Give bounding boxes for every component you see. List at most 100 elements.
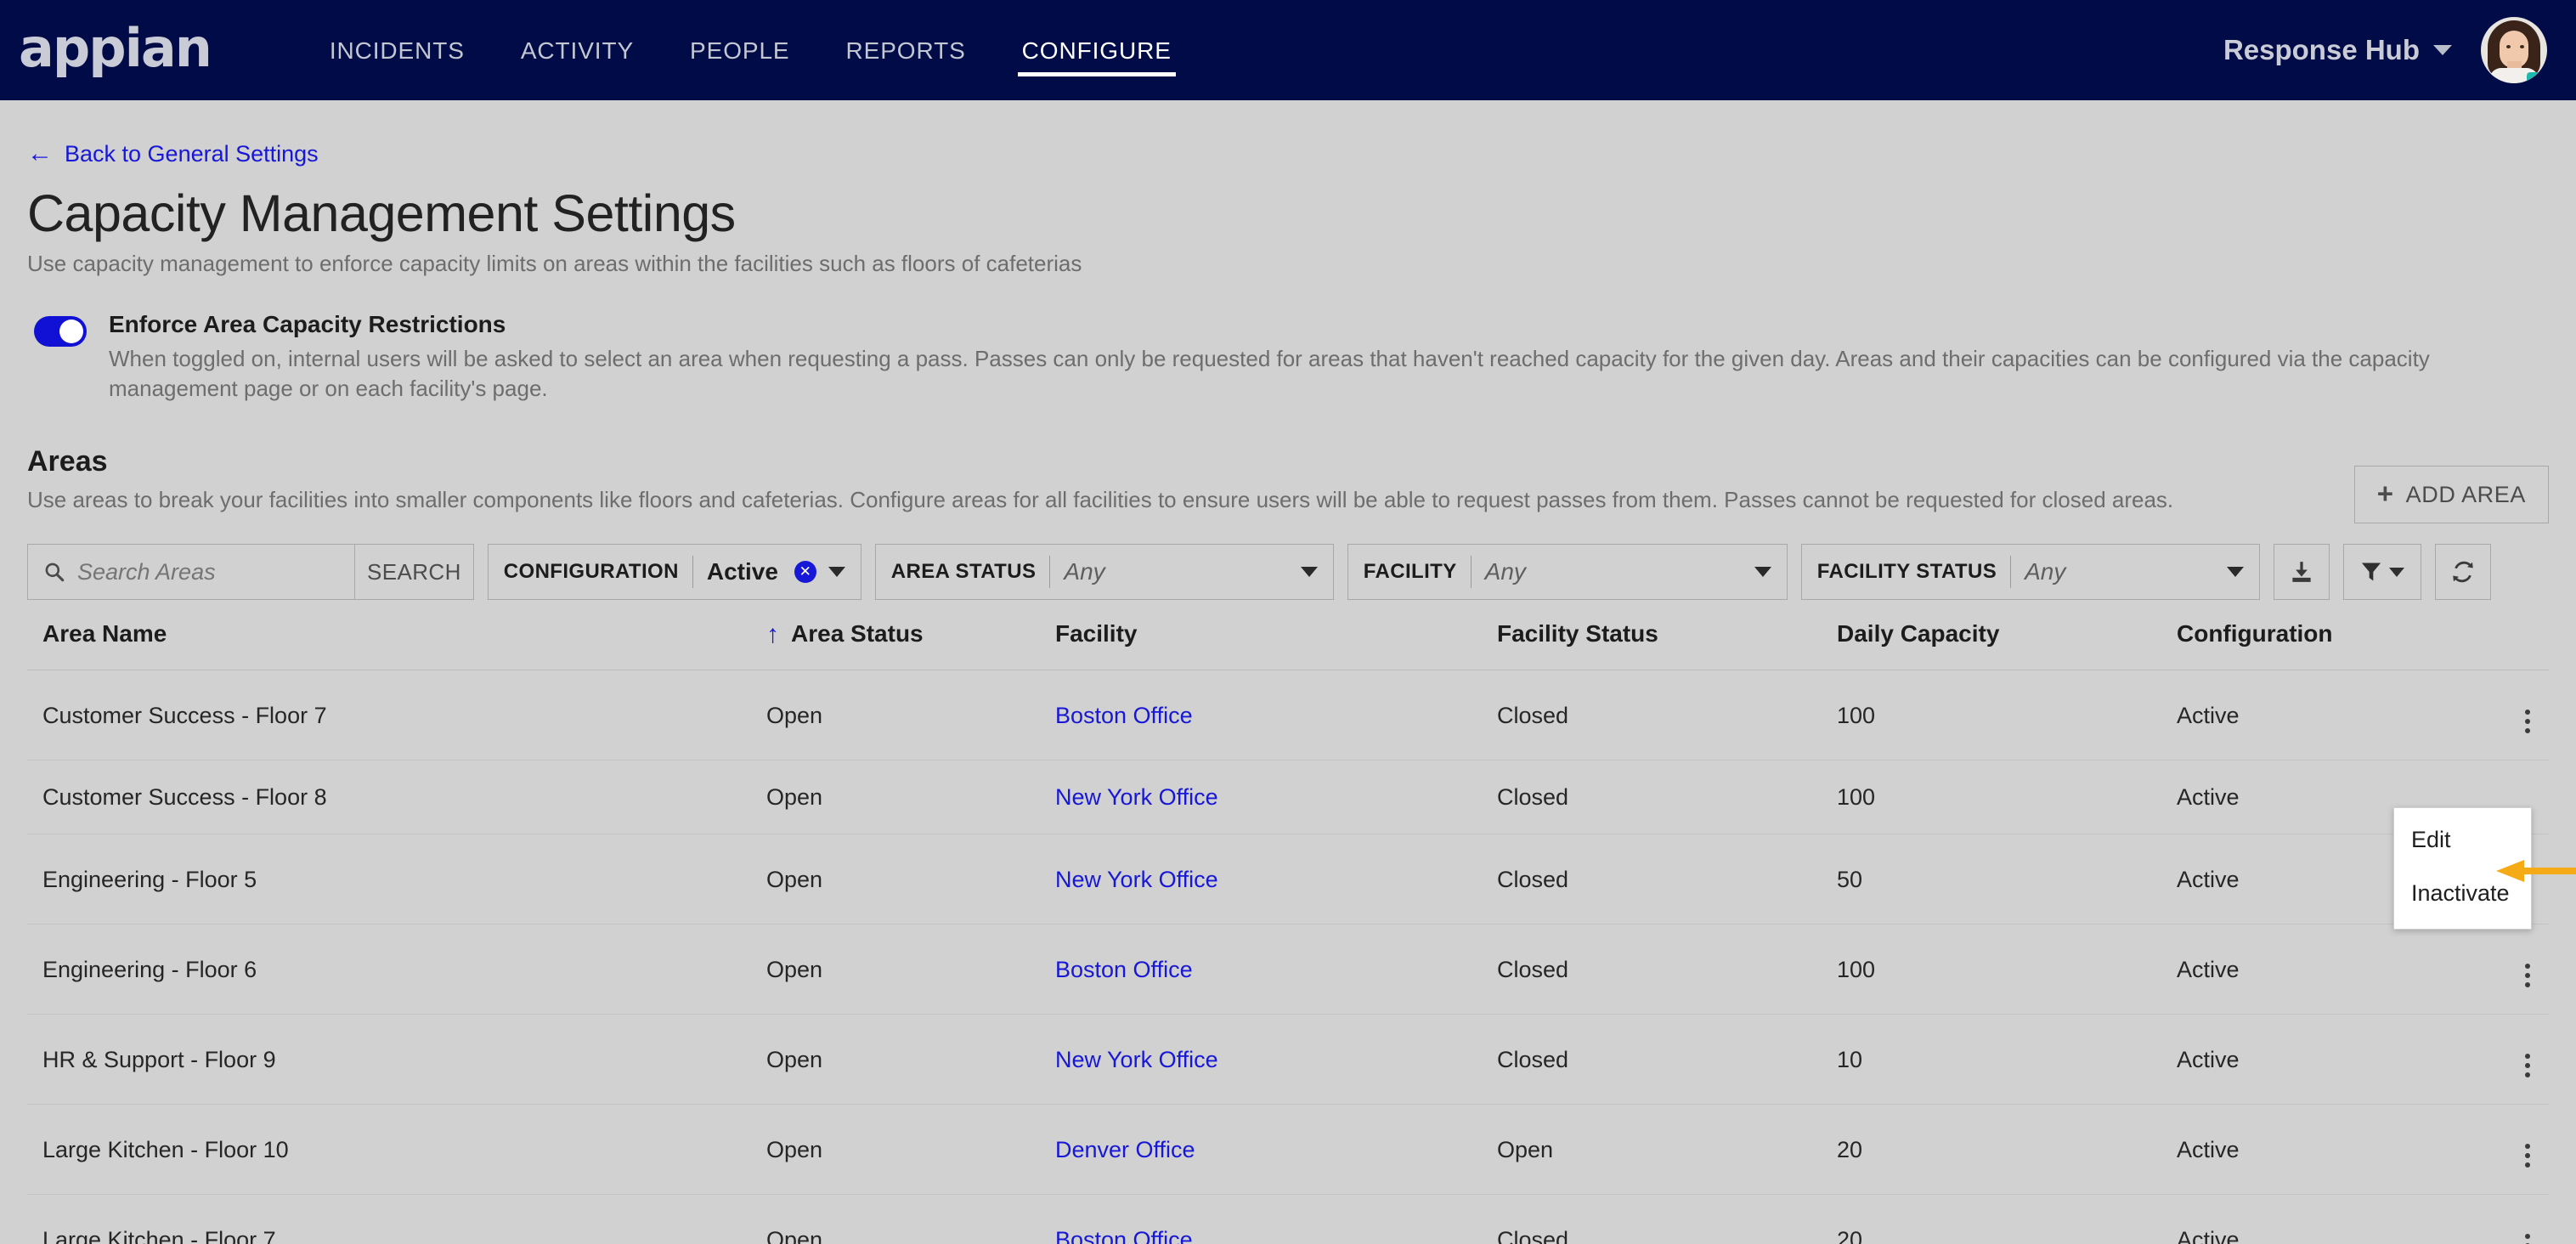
- nav-item-people[interactable]: PEOPLE: [671, 27, 808, 73]
- chevron-down-icon[interactable]: [1754, 567, 1771, 578]
- cell-row-actions[interactable]: [2517, 924, 2549, 1015]
- filter-menu-button[interactable]: [2342, 544, 2421, 601]
- filter-divider: [692, 556, 693, 589]
- column-header-area-status[interactable]: ↑ Area Status: [766, 620, 1055, 671]
- table-row[interactable]: Large Kitchen - Floor 10 Open Denver Offic…: [27, 1104, 2549, 1196]
- table-row[interactable]: Customer Success - Floor 8 Open New York O…: [27, 760, 2549, 835]
- cell-area-name: Large Kitchen - Floor 7: [27, 1194, 766, 1244]
- column-header-daily-capacity[interactable]: Daily Capacity: [1837, 620, 2177, 671]
- chevron-down-icon[interactable]: [2433, 45, 2452, 55]
- enforce-capacity-title: Enforce Area Capacity Restrictions: [109, 311, 506, 337]
- table-row[interactable]: HR & Support - Floor 9 Open New York Offic…: [27, 1014, 2549, 1105]
- column-header-configuration[interactable]: Configuration: [2177, 620, 2517, 671]
- facility-link[interactable]: Boston Office: [1055, 1227, 1193, 1244]
- search-placeholder: Search Areas: [77, 558, 216, 585]
- context-menu-item-edit[interactable]: Edit: [2394, 820, 2531, 862]
- nav-item-configure[interactable]: CONFIGURE: [1003, 27, 1190, 76]
- enforce-capacity-toggle[interactable]: [34, 316, 87, 347]
- facility-link[interactable]: Denver Office: [1055, 1137, 1195, 1162]
- cell-facility[interactable]: Boston Office: [1055, 924, 1497, 1015]
- main-nav-items: INCIDENTS ACTIVITY PEOPLE REPORTS CONFIG…: [311, 27, 1209, 76]
- filter-facility-status-label: FACILITY STATUS: [1816, 560, 1997, 584]
- facility-link[interactable]: Boston Office: [1055, 957, 1193, 982]
- filter-facility-status-value: Any: [2025, 558, 2066, 585]
- cell-facility-status: Closed: [1497, 670, 1837, 761]
- chevron-down-icon[interactable]: [828, 567, 845, 578]
- cell-facility-status: Closed: [1497, 1014, 1837, 1105]
- table-row[interactable]: Large Kitchen - Floor 7 Open Boston Office…: [27, 1194, 2549, 1244]
- toggle-knob: [59, 319, 83, 343]
- cell-daily-capacity: 100: [1837, 670, 2177, 761]
- cell-facility[interactable]: New York Office: [1055, 834, 1497, 925]
- column-header-facility[interactable]: Facility: [1055, 620, 1497, 671]
- cell-facility[interactable]: New York Office: [1055, 1014, 1497, 1105]
- cell-area-status: Open: [766, 1104, 1055, 1196]
- refresh-button[interactable]: [2434, 544, 2491, 601]
- facility-link[interactable]: New York Office: [1055, 867, 1218, 892]
- kebab-dot: [2525, 710, 2530, 715]
- cell-configuration: Active: [2177, 1014, 2517, 1105]
- cell-row-actions[interactable]: [2517, 1194, 2549, 1244]
- cell-facility[interactable]: Boston Office: [1055, 670, 1497, 761]
- cell-daily-capacity: 100: [1837, 760, 2177, 835]
- avatar-accent: [2527, 72, 2539, 83]
- facility-link[interactable]: Boston Office: [1055, 703, 1193, 728]
- filter-area-status-label: AREA STATUS: [890, 560, 1037, 584]
- clear-filter-icon[interactable]: ✕: [794, 561, 816, 584]
- cell-facility[interactable]: Boston Office: [1055, 1194, 1497, 1244]
- chevron-down-icon[interactable]: [2226, 567, 2244, 578]
- search-input[interactable]: Search Areas: [27, 544, 355, 601]
- cell-row-actions[interactable]: [2517, 1104, 2549, 1196]
- table-row[interactable]: Engineering - Floor 5 Open New York Office…: [27, 834, 2549, 925]
- kebab-dot: [2525, 964, 2530, 970]
- search-icon: [45, 563, 65, 582]
- search-button[interactable]: SEARCH: [355, 544, 474, 601]
- table-header: Area Name ↑ Area Status Facility Facilit…: [27, 620, 2549, 671]
- table-row[interactable]: Customer Success - Floor 7 Open Boston Off…: [27, 670, 2549, 761]
- avatar[interactable]: [2481, 17, 2547, 83]
- export-button[interactable]: [2273, 544, 2330, 601]
- kebab-dot: [2525, 728, 2530, 734]
- kebab-dot: [2525, 1162, 2530, 1168]
- nav-item-incidents[interactable]: INCIDENTS: [311, 27, 483, 73]
- filter-facility-status[interactable]: FACILITY STATUS Any: [1800, 544, 2260, 601]
- cell-facility[interactable]: Denver Office: [1055, 1104, 1497, 1196]
- filter-area-status[interactable]: AREA STATUS Any: [874, 544, 1334, 601]
- enforce-capacity-section: Enforce Area Capacity Restrictions When …: [27, 311, 2549, 403]
- breadcrumb[interactable]: ← Back to General Settings: [27, 140, 319, 167]
- kebab-menu-icon[interactable]: [2517, 1140, 2539, 1171]
- kebab-menu-icon[interactable]: [2517, 706, 2539, 737]
- column-header-area-name[interactable]: Area Name: [27, 620, 766, 671]
- cell-area-name: HR & Support - Floor 9: [27, 1014, 766, 1105]
- filter-divider: [2010, 556, 2012, 589]
- site-switcher-label[interactable]: Response Hub: [2223, 34, 2420, 66]
- cell-area-status: Open: [766, 670, 1055, 761]
- areas-table: Area Name ↑ Area Status Facility Facilit…: [27, 620, 2549, 1244]
- facility-link[interactable]: New York Office: [1055, 784, 1218, 810]
- top-navigation-bar: appian INCIDENTS ACTIVITY PEOPLE REPORTS…: [0, 0, 2576, 100]
- filter-configuration[interactable]: CONFIGURATION Active ✕: [487, 544, 861, 601]
- table-row[interactable]: Engineering - Floor 6 Open Boston Office Cl…: [27, 924, 2549, 1015]
- cell-facility[interactable]: New York Office: [1055, 760, 1497, 835]
- appian-logo[interactable]: appian: [19, 22, 212, 75]
- cell-area-name: Large Kitchen - Floor 10: [27, 1104, 766, 1196]
- nav-item-activity[interactable]: ACTIVITY: [502, 27, 652, 73]
- chevron-down-icon[interactable]: [1300, 567, 1318, 578]
- kebab-dot: [2525, 1054, 2530, 1060]
- table-body: Customer Success - Floor 7 Open Boston Off…: [27, 670, 2549, 1244]
- cell-row-actions[interactable]: [2517, 1014, 2549, 1105]
- filter-toolbar: Search Areas SEARCH CONFIGURATION Active…: [27, 544, 2549, 601]
- kebab-menu-icon[interactable]: [2517, 1230, 2539, 1244]
- nav-item-reports[interactable]: REPORTS: [828, 27, 985, 73]
- cell-row-actions[interactable]: [2517, 670, 2549, 761]
- facility-link[interactable]: New York Office: [1055, 1047, 1218, 1072]
- row-context-menu[interactable]: Edit Inactivate: [2393, 807, 2532, 930]
- areas-description: Use areas to break your facilities into …: [27, 487, 2174, 513]
- column-header-area-status-label: Area Status: [791, 620, 924, 647]
- kebab-menu-icon[interactable]: [2517, 1050, 2539, 1081]
- kebab-menu-icon[interactable]: [2517, 960, 2539, 991]
- add-area-button[interactable]: + ADD AREA: [2353, 466, 2549, 524]
- column-header-facility-status[interactable]: Facility Status: [1497, 620, 1837, 671]
- filter-facility[interactable]: FACILITY Any: [1347, 544, 1788, 601]
- context-menu-item-inactivate[interactable]: Inactivate: [2394, 874, 2531, 915]
